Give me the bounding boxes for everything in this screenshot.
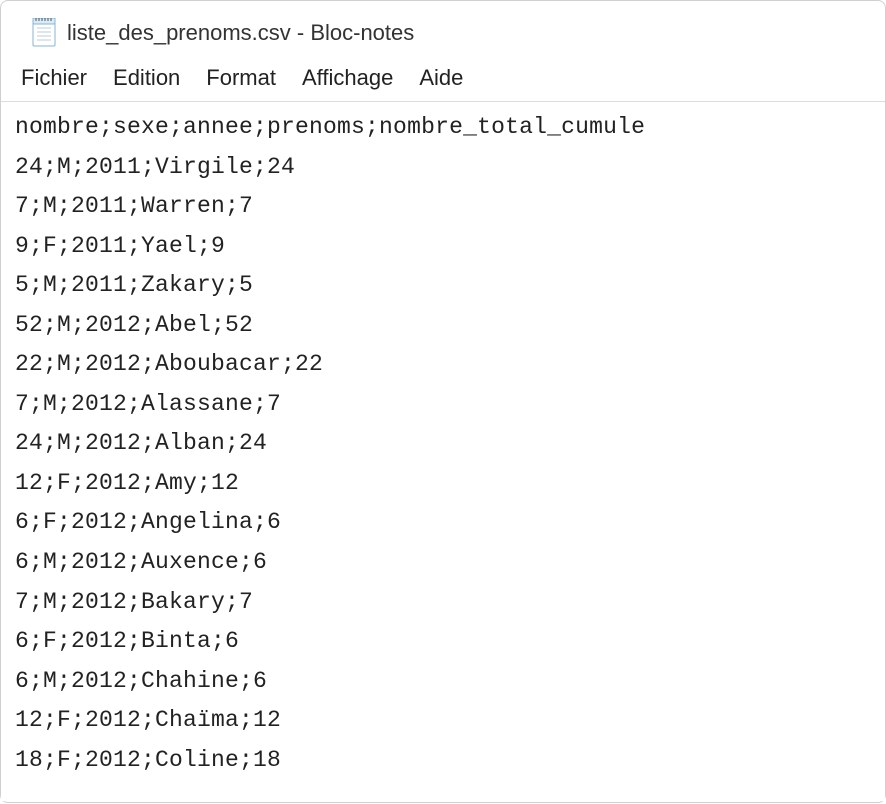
menubar: Fichier Edition Format Affichage Aide — [1, 57, 885, 102]
menu-view[interactable]: Affichage — [302, 65, 393, 91]
menu-format[interactable]: Format — [206, 65, 276, 91]
titlebar: liste_des_prenoms.csv - Bloc-notes — [1, 1, 885, 57]
menu-edit[interactable]: Edition — [113, 65, 180, 91]
notepad-icon — [31, 18, 57, 48]
window-title: liste_des_prenoms.csv - Bloc-notes — [67, 20, 414, 46]
menu-help[interactable]: Aide — [419, 65, 463, 91]
menu-file[interactable]: Fichier — [21, 65, 87, 91]
text-editor[interactable] — [1, 102, 885, 801]
